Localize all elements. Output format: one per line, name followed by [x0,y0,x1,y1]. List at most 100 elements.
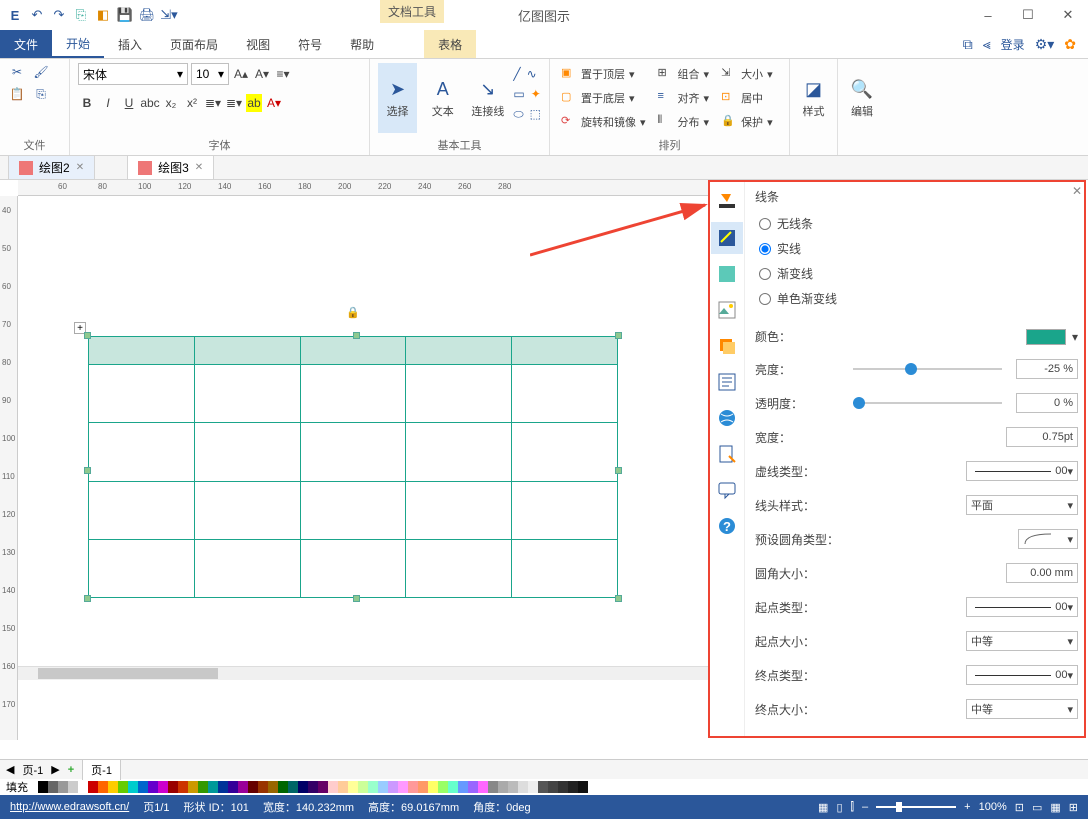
bold-icon[interactable]: B [78,94,96,112]
highlight-icon[interactable]: ab [246,94,262,112]
width-value[interactable]: 0.75pt [1006,427,1078,447]
export-icon[interactable]: ⇲▾ [160,6,178,24]
fit-width-icon[interactable]: ▭ [1032,801,1042,814]
panel-tab-comment-icon[interactable] [711,474,743,506]
subscript-icon[interactable]: x₂ [162,94,180,112]
rect-shape-icon[interactable]: ▭ [513,87,524,101]
palette-color[interactable] [248,781,258,793]
tab-table[interactable]: 表格 [424,30,476,58]
palette-color[interactable] [438,781,448,793]
palette-color[interactable] [578,781,588,793]
send-back-button[interactable]: ▢置于底层▾ [558,87,649,109]
numbering-icon[interactable]: ≣▾ [225,94,243,112]
selection-handle[interactable] [615,332,622,339]
palette-color[interactable] [358,781,368,793]
palette-color[interactable] [538,781,548,793]
palette-color[interactable] [348,781,358,793]
palette-color[interactable] [378,781,388,793]
font-size-select[interactable]: 10▾ [191,63,229,85]
panel-tab-image-icon[interactable] [711,294,743,326]
find-button[interactable]: 🔍编辑 [846,63,878,133]
palette-color[interactable] [468,781,478,793]
tab-view[interactable]: 视图 [232,30,284,58]
selection-handle[interactable] [84,332,91,339]
palette-color[interactable] [508,781,518,793]
palette-color[interactable] [448,781,458,793]
view-mode-icon[interactable]: ▦ [818,801,828,814]
palette-color[interactable] [408,781,418,793]
palette-color[interactable] [178,781,188,793]
palette-color[interactable] [568,781,578,793]
decrease-font-icon[interactable]: A▾ [253,65,271,83]
tab-help[interactable]: 帮助 [336,30,388,58]
rotate-button[interactable]: ⟳旋转和镜像▾ [558,111,649,133]
undo-icon[interactable]: ↶ [28,6,46,24]
login-link[interactable]: 登录 [1001,36,1025,53]
add-page-icon[interactable]: + [68,764,74,776]
zoom-slider[interactable] [876,806,956,808]
palette-color[interactable] [288,781,298,793]
palette-color[interactable] [48,781,58,793]
palette-color[interactable] [68,781,78,793]
palette-color[interactable] [128,781,138,793]
brightness-slider[interactable] [853,368,1002,370]
palette-color[interactable] [318,781,328,793]
text-button[interactable]: A 文本 [423,63,462,133]
start-type-select[interactable]: 00▾ [966,597,1078,617]
palette-color[interactable] [388,781,398,793]
palette-color[interactable] [108,781,118,793]
palette-color[interactable] [218,781,228,793]
palette-color[interactable] [278,781,288,793]
ellipse-shape-icon[interactable]: ⬭ [513,107,523,122]
format-painter-icon[interactable]: 🖌 [32,63,50,81]
panel-tab-help-icon[interactable]: ? [711,510,743,542]
select-button[interactable]: ➤ 选择 [378,63,417,133]
protect-button[interactable]: 🔒保护▾ [718,111,776,133]
palette-color[interactable] [528,781,538,793]
new-icon[interactable]: ⎘ [72,6,90,24]
style-button[interactable]: ◪样式 [798,63,829,133]
tab-layout[interactable]: 页面布局 [156,30,232,58]
palette-color[interactable] [328,781,338,793]
gear-icon[interactable]: ⚙▾ [1035,36,1055,53]
palette-color[interactable] [258,781,268,793]
zoom-in-icon[interactable]: + [964,801,970,813]
center-button[interactable]: ⊡居中 [718,87,776,109]
maximize-button[interactable]: ☐ [1008,0,1048,30]
panel-tab-globe-icon[interactable] [711,402,743,434]
minimize-button[interactable]: – [968,0,1008,30]
group-button[interactable]: ⊞组合▾ [655,63,713,85]
color-swatch[interactable] [1026,329,1066,345]
palette-color[interactable] [338,781,348,793]
panel-tab-shadow-icon[interactable] [711,258,743,290]
start-size-select[interactable]: 中等▾ [966,631,1078,651]
size-button[interactable]: ⇲大小▾ [718,63,776,85]
dash-select[interactable]: 00▾ [966,461,1078,481]
palette-color[interactable] [558,781,568,793]
curve-shape-icon[interactable]: ∿ [527,67,537,81]
fit-page-icon[interactable]: ⊡ [1015,801,1024,814]
ruler-icon[interactable]: ⊞ [1069,801,1078,814]
tab-home[interactable]: 开始 [52,30,104,58]
palette-color[interactable] [198,781,208,793]
palette-color[interactable] [498,781,508,793]
tab-insert[interactable]: 插入 [104,30,156,58]
view-mode3-icon[interactable]: ⫿ [851,801,855,814]
tab-file[interactable]: 文件 [0,30,52,58]
zoom-out-icon[interactable]: – [862,801,868,813]
view-mode2-icon[interactable]: ▯ [836,801,842,814]
cap-select[interactable]: 平面▾ [966,495,1078,515]
palette-color[interactable] [158,781,168,793]
app-flower-icon[interactable]: ✿ [1064,36,1076,53]
align-left-icon[interactable]: ≡▾ [274,65,292,83]
panel-tab-layer-icon[interactable] [711,330,743,362]
save-icon[interactable]: 💾 [116,6,134,24]
palette-color[interactable] [428,781,438,793]
last-page-icon[interactable]: ▶ [51,763,59,776]
radio-solid-line[interactable]: 实线 [755,236,1078,261]
radio-no-line[interactable]: 无线条 [755,211,1078,236]
italic-icon[interactable]: I [99,94,117,112]
palette-color[interactable] [518,781,528,793]
connector-button[interactable]: ↘ 连接线 [468,63,507,133]
copy-icon[interactable]: ⎘ [32,85,50,103]
